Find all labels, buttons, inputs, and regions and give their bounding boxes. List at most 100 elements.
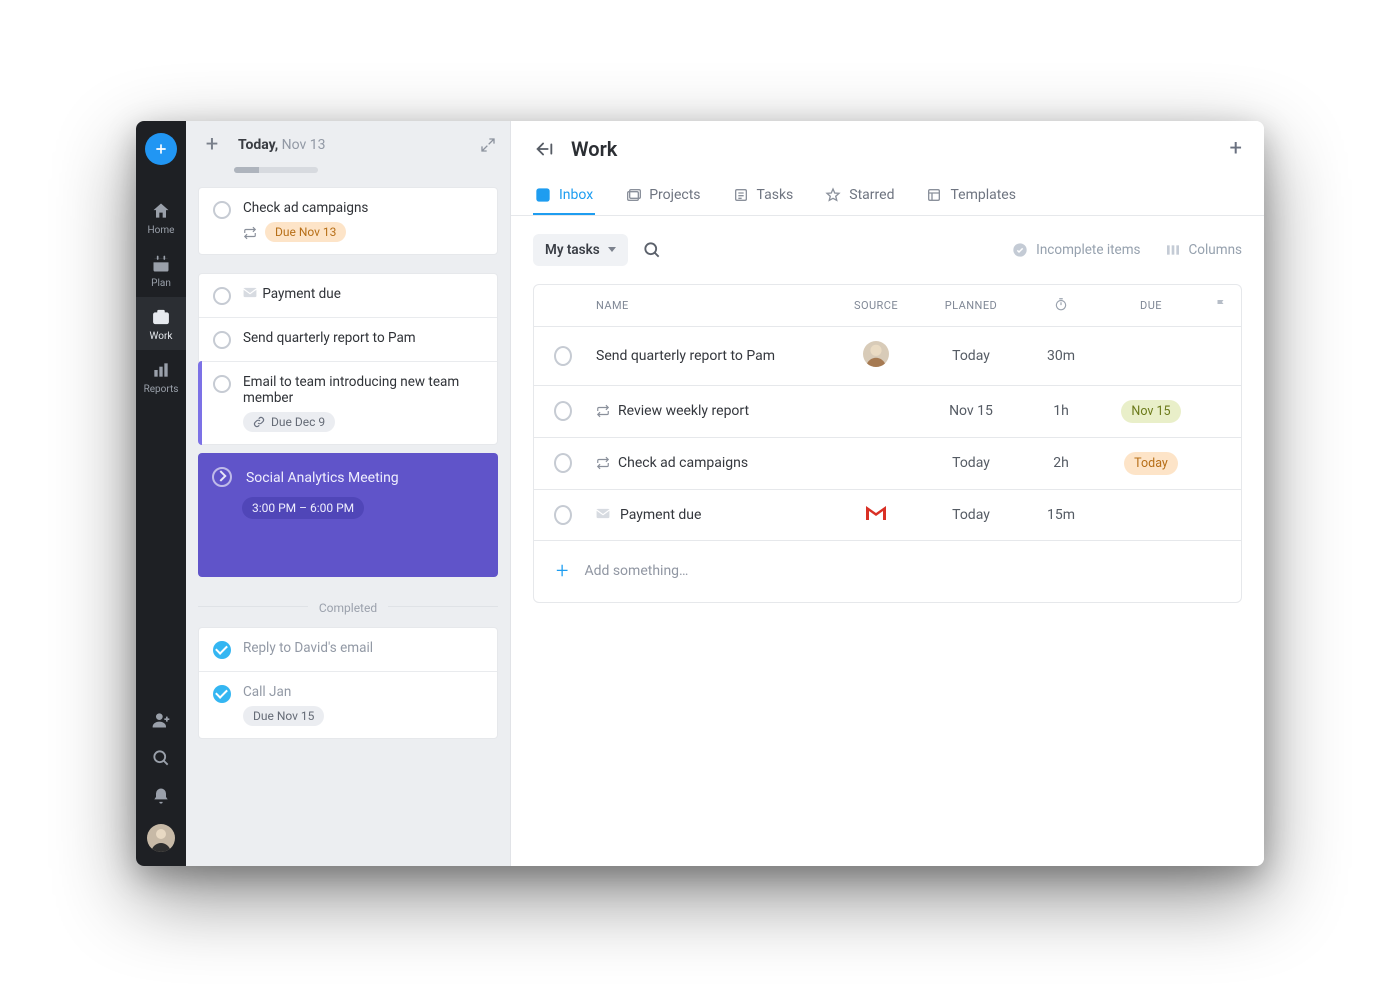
today-header: + Today, Nov 13 bbox=[186, 121, 510, 169]
duration-cell: 2h bbox=[1021, 455, 1101, 471]
event-time: 3:00 PM – 6:00 PM bbox=[242, 497, 364, 519]
columns-button[interactable]: Columns bbox=[1165, 242, 1242, 258]
calendar-event[interactable]: Social Analytics Meeting 3:00 PM – 6:00 … bbox=[198, 453, 498, 578]
nav-plan[interactable]: Plan bbox=[136, 244, 186, 297]
expand-icon[interactable] bbox=[480, 137, 496, 153]
task-row[interactable]: Payment due bbox=[199, 274, 497, 317]
repeat-icon bbox=[596, 404, 610, 418]
nav-work[interactable]: Work bbox=[136, 297, 186, 350]
nav-work-label: Work bbox=[150, 331, 173, 342]
complete-toggle[interactable] bbox=[213, 375, 231, 393]
task-row[interactable]: Check ad campaigns Due Nov 13 bbox=[199, 188, 497, 254]
clock-icon bbox=[212, 467, 232, 487]
tab-tasks[interactable]: Tasks bbox=[731, 177, 796, 215]
task-row[interactable]: Call Jan Due Nov 15 bbox=[199, 671, 497, 738]
briefcase-icon bbox=[151, 307, 171, 327]
complete-toggle[interactable] bbox=[554, 346, 572, 366]
work-panel: Work + Inbox Projects Tasks Starred bbox=[511, 121, 1264, 866]
calendar-icon bbox=[151, 254, 171, 274]
task-title: Send quarterly report to Pam bbox=[243, 330, 416, 346]
duration-cell: 1h bbox=[1021, 403, 1101, 419]
filter-my-tasks[interactable]: My tasks bbox=[533, 234, 628, 266]
col-flag bbox=[1201, 298, 1241, 313]
linked-due-badge: Due Dec 9 bbox=[243, 412, 335, 432]
tab-projects[interactable]: Projects bbox=[623, 177, 702, 215]
nav-reports-label: Reports bbox=[144, 384, 179, 395]
today-panel: + Today, Nov 13 Check ad campaigns bbox=[186, 121, 511, 866]
tab-templates[interactable]: Templates bbox=[924, 177, 1018, 215]
tab-starred[interactable]: Starred bbox=[823, 177, 896, 215]
table-header: NAME SOURCE PLANNED DUE bbox=[534, 285, 1241, 327]
task-card: Check ad campaigns Due Nov 13 bbox=[198, 187, 498, 255]
reports-icon bbox=[151, 360, 171, 380]
col-due: DUE bbox=[1101, 299, 1201, 312]
due-badge: Today bbox=[1124, 452, 1178, 475]
today-title: Today, Nov 13 bbox=[238, 137, 326, 153]
col-name: NAME bbox=[592, 299, 831, 312]
repeat-icon bbox=[243, 225, 257, 239]
plus-icon: + bbox=[556, 559, 568, 584]
toggle-incomplete[interactable]: Incomplete items bbox=[1012, 242, 1140, 258]
work-tabs: Inbox Projects Tasks Starred Templates bbox=[511, 177, 1264, 216]
task-name: Check ad campaigns bbox=[618, 455, 748, 471]
stopwatch-icon bbox=[1054, 301, 1068, 314]
user-avatar[interactable] bbox=[147, 824, 175, 852]
create-button[interactable] bbox=[145, 133, 177, 165]
selection-indicator bbox=[198, 361, 202, 445]
event-title: Social Analytics Meeting bbox=[246, 469, 399, 485]
task-card: Reply to David's email Call Jan Due Nov … bbox=[198, 627, 498, 739]
task-row[interactable]: Reply to David's email bbox=[199, 628, 497, 671]
complete-toggle[interactable] bbox=[554, 401, 572, 421]
table-row[interactable]: Review weekly report Nov 15 1h Nov 15 bbox=[534, 386, 1241, 438]
bell-icon[interactable] bbox=[151, 786, 171, 806]
table-row[interactable]: Payment due Today 15m bbox=[534, 490, 1241, 541]
add-task-row[interactable]: + Add something… bbox=[534, 541, 1241, 602]
work-title: Work bbox=[571, 137, 617, 161]
task-name: Review weekly report bbox=[618, 403, 749, 419]
task-title: Email to team introducing new team membe… bbox=[243, 374, 483, 406]
complete-toggle[interactable] bbox=[213, 287, 231, 305]
add-task-label: Add something… bbox=[584, 563, 688, 579]
work-add-button[interactable]: + bbox=[1230, 136, 1242, 161]
complete-toggle[interactable] bbox=[213, 641, 231, 659]
table-row[interactable]: Send quarterly report to Pam Today 30m bbox=[534, 327, 1241, 386]
source-avatar bbox=[863, 341, 889, 367]
back-button[interactable] bbox=[533, 138, 555, 160]
add-user-icon[interactable] bbox=[151, 710, 171, 730]
gmail-icon bbox=[864, 504, 888, 526]
complete-toggle[interactable] bbox=[554, 505, 572, 525]
task-card: Payment due Send quarterly report to Pam… bbox=[198, 273, 498, 445]
nav-home-label: Home bbox=[148, 225, 175, 236]
chevron-down-icon bbox=[608, 247, 616, 252]
today-add-button[interactable]: + bbox=[200, 132, 224, 157]
app-window: Home Plan Work Reports bbox=[136, 121, 1264, 866]
complete-toggle[interactable] bbox=[554, 453, 572, 473]
planned-cell: Today bbox=[921, 507, 1021, 523]
home-icon bbox=[151, 201, 171, 221]
duration-cell: 30m bbox=[1021, 348, 1101, 364]
task-title: Call Jan bbox=[243, 684, 324, 700]
completed-header: Completed bbox=[186, 589, 510, 623]
flag-icon bbox=[1215, 300, 1227, 313]
toolbar: My tasks Incomplete items Columns bbox=[511, 216, 1264, 284]
mail-icon bbox=[596, 507, 610, 523]
task-name: Send quarterly report to Pam bbox=[596, 348, 775, 364]
task-row[interactable]: Send quarterly report to Pam bbox=[199, 317, 497, 361]
table-row[interactable]: Check ad campaigns Today 2h Today bbox=[534, 438, 1241, 490]
tab-inbox[interactable]: Inbox bbox=[533, 177, 595, 215]
task-title: Payment due bbox=[243, 286, 341, 302]
repeat-icon bbox=[596, 456, 610, 470]
complete-toggle[interactable] bbox=[213, 331, 231, 349]
complete-toggle[interactable] bbox=[213, 685, 231, 703]
nav-home[interactable]: Home bbox=[136, 191, 186, 244]
duration-cell: 15m bbox=[1021, 507, 1101, 523]
planned-cell: Today bbox=[921, 455, 1021, 471]
search-button[interactable] bbox=[642, 240, 662, 260]
planned-cell: Nov 15 bbox=[921, 403, 1021, 419]
complete-toggle[interactable] bbox=[213, 201, 231, 219]
nav-reports[interactable]: Reports bbox=[136, 350, 186, 403]
task-row[interactable]: Email to team introducing new team membe… bbox=[199, 361, 497, 444]
search-icon[interactable] bbox=[151, 748, 171, 768]
work-header: Work + bbox=[511, 121, 1264, 177]
col-duration bbox=[1021, 297, 1101, 314]
